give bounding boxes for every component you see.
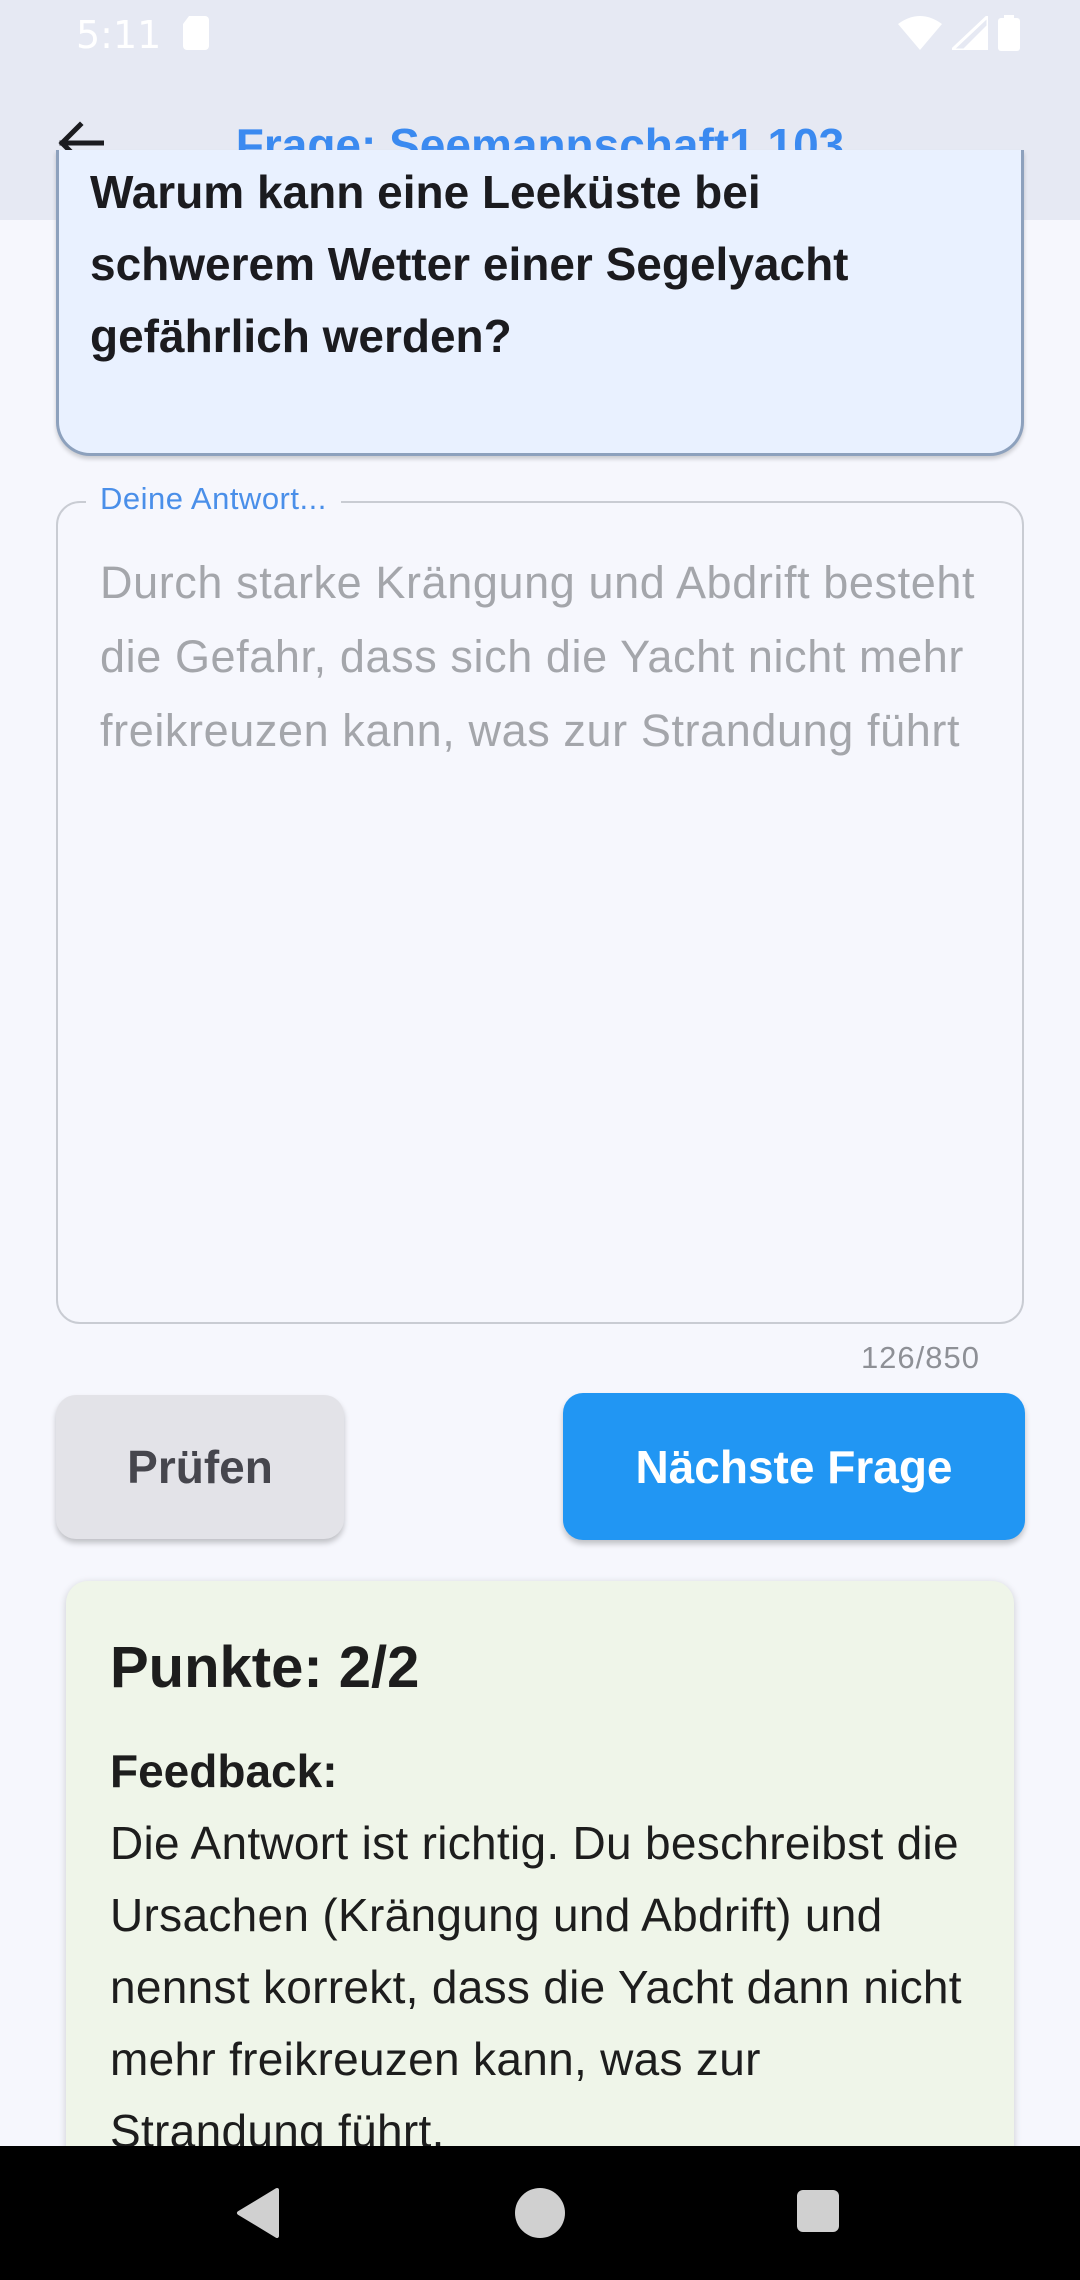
nav-recents-icon[interactable] — [797, 2190, 839, 2232]
status-time: 5:11 — [76, 13, 162, 57]
sd-card-icon — [183, 15, 210, 55]
question-text: Warum kann eine Leeküste bei schwerem We… — [90, 166, 849, 362]
feedback-label: Feedback: — [110, 1745, 338, 1797]
status-left: 5:11 — [76, 13, 210, 57]
check-button[interactable]: Prüfen — [56, 1395, 344, 1539]
wifi-icon — [898, 15, 942, 55]
question-card: Warum kann eine Leeküste bei schwerem We… — [56, 150, 1024, 456]
answer-label: Deine Antwort... — [86, 481, 341, 517]
status-right — [898, 12, 1020, 56]
battery-icon — [998, 14, 1020, 56]
next-question-button[interactable]: Nächste Frage — [563, 1393, 1025, 1540]
nav-back-icon[interactable] — [235, 2188, 281, 2243]
points-label: Punkte: 2/2 — [110, 1635, 420, 1700]
status-bar: 5:11 — [0, 0, 1080, 70]
navigation-bar — [0, 2146, 1080, 2280]
nav-home-icon[interactable] — [515, 2188, 565, 2238]
signal-icon — [948, 12, 990, 55]
character-counter: 126/850 — [860, 1340, 980, 1375]
answer-input-value[interactable]: Durch starke Krängung und Abdrift besteh… — [100, 546, 980, 768]
feedback-text: Die Antwort ist richtig. Du beschreibst … — [110, 1817, 962, 2157]
